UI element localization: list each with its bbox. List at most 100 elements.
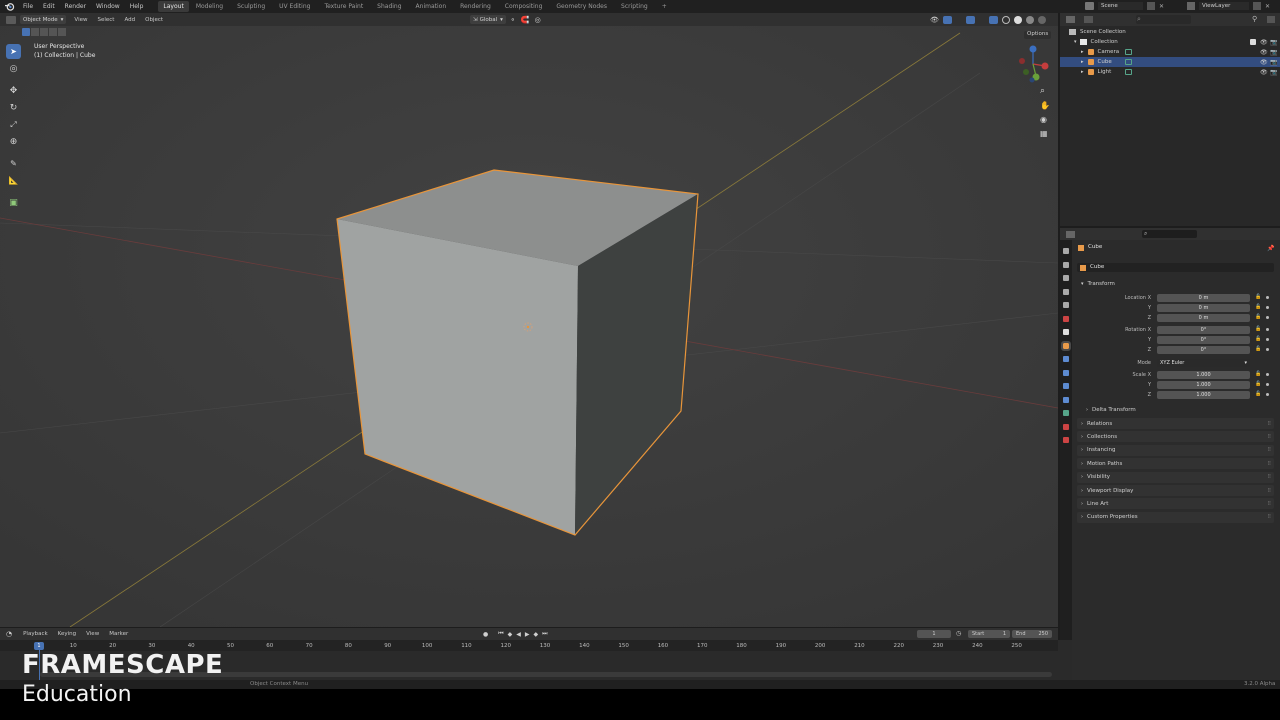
blender-logo-icon[interactable]	[4, 2, 15, 11]
timeline-menu-view[interactable]: View	[86, 631, 99, 637]
panel-custom-properties[interactable]: › Custom Properties ⠿	[1077, 511, 1274, 523]
outliner-item-cube[interactable]: ▸ Cube 👁 📷	[1060, 57, 1280, 67]
timeline-menu-marker[interactable]: Marker	[109, 631, 128, 637]
scale-z-field[interactable]: 1.000	[1157, 391, 1250, 399]
camera-view-icon[interactable]: ◉	[1040, 115, 1050, 124]
keyframe-dot-icon[interactable]	[1266, 338, 1269, 341]
wireframe-shading-icon[interactable]	[1001, 15, 1010, 24]
hide-eye-icon[interactable]: 👁	[1260, 49, 1268, 56]
keyframe-dot-icon[interactable]	[1266, 306, 1269, 309]
location-y-field[interactable]: 0 m	[1157, 304, 1250, 312]
scale-y-field[interactable]: 1.000	[1157, 381, 1250, 389]
exclude-checkbox[interactable]	[1250, 39, 1256, 45]
cube-data-icon[interactable]	[1124, 59, 1132, 65]
timeline-editor-icon[interactable]: ◔	[6, 630, 12, 638]
modifier-tab-icon[interactable]	[1063, 356, 1069, 362]
options-button[interactable]: Options	[1024, 31, 1052, 39]
timeline-menu-playback[interactable]: Playback	[23, 631, 48, 637]
render-tab-icon[interactable]	[1063, 261, 1069, 268]
end-frame-field[interactable]: End 250	[1012, 630, 1052, 638]
collection-tab-icon[interactable]	[1063, 329, 1069, 335]
physics-tab-icon[interactable]	[1063, 383, 1069, 389]
keyframe-dot-icon[interactable]	[1266, 316, 1269, 319]
drag-handle-icon[interactable]: ⠿	[1267, 421, 1271, 427]
proportional-edit-icon[interactable]: ◎	[535, 16, 541, 24]
pin-icon[interactable]: 📌	[1267, 245, 1274, 252]
viewport-scene[interactable]	[0, 13, 1058, 627]
object-tab-icon[interactable]	[1061, 340, 1071, 351]
location-z-field[interactable]: 0 m	[1157, 314, 1250, 322]
select-new-icon[interactable]	[22, 28, 30, 36]
panel-relations[interactable]: › Relations ⠿	[1077, 418, 1274, 429]
close-scene-icon[interactable]: ✕	[1159, 3, 1164, 10]
tab-layout[interactable]: Layout	[158, 1, 189, 12]
filter-icon[interactable]: ⚲	[1252, 15, 1257, 23]
output-tab-icon[interactable]	[1063, 275, 1069, 281]
tab-texture-paint[interactable]: Texture Paint	[317, 3, 370, 10]
tab-sculpting[interactable]: Sculpting	[230, 3, 272, 10]
rotation-y-field[interactable]: 0°	[1157, 336, 1250, 344]
close-view-layer-icon[interactable]: ✕	[1265, 3, 1270, 10]
viewport-menu-object[interactable]: Object	[145, 17, 163, 23]
outliner-editor-icon[interactable]	[1066, 16, 1075, 23]
material-tab-icon[interactable]	[1063, 423, 1069, 430]
expand-arrow-icon[interactable]: ▸	[1081, 59, 1084, 65]
drag-handle-icon[interactable]: ⠿	[1267, 447, 1271, 453]
rotation-mode-dropdown[interactable]: XYZ Euler ▾	[1157, 359, 1250, 367]
keyframe-dot-icon[interactable]	[1266, 373, 1269, 376]
lock-icon[interactable]: 🔓	[1255, 304, 1261, 310]
record-icon[interactable]: ●	[483, 631, 488, 638]
drag-handle-icon[interactable]: ⠿	[1267, 434, 1271, 440]
drag-handle-icon[interactable]: ⠿	[1267, 488, 1271, 494]
measure-tool[interactable]: 📐	[6, 173, 21, 188]
panel-visibility[interactable]: › Visibility ⠿	[1077, 471, 1274, 483]
delta-transform-subpanel[interactable]: › Delta Transform	[1086, 407, 1136, 413]
solid-shading-icon[interactable]	[1013, 15, 1022, 24]
play-reverse-icon[interactable]: ◀	[516, 631, 521, 638]
hide-eye-icon[interactable]: 👁	[1260, 39, 1268, 46]
render-camera-icon[interactable]: 📷	[1270, 39, 1277, 46]
expand-arrow-icon[interactable]: ▾	[1074, 39, 1077, 45]
copy-view-layer-icon[interactable]	[1253, 2, 1261, 10]
keyframe-dot-icon[interactable]	[1266, 328, 1269, 331]
outliner-search-input[interactable]	[1136, 15, 1191, 24]
outliner-scene-collection[interactable]: Scene Collection	[1060, 27, 1280, 37]
scene-icon[interactable]	[1085, 2, 1094, 10]
annotate-tool[interactable]: ✎	[6, 156, 21, 171]
viewport-menu-add[interactable]: Add	[124, 17, 135, 23]
hide-eye-icon[interactable]: 👁	[1260, 59, 1268, 66]
tab-uv-editing[interactable]: UV Editing	[272, 3, 317, 10]
properties-editor-icon[interactable]	[1066, 231, 1075, 238]
preview-range-icon[interactable]: ◷	[956, 630, 961, 637]
constraints-tab-icon[interactable]	[1063, 396, 1069, 403]
tool-tab-icon[interactable]	[1063, 248, 1069, 254]
render-camera-icon[interactable]: 📷	[1270, 59, 1277, 66]
snap-icon[interactable]: 🧲	[521, 16, 530, 24]
navigation-gizmo[interactable]	[1014, 44, 1052, 84]
viewport-menu-view[interactable]: View	[74, 17, 87, 23]
rotation-z-field[interactable]: 0°	[1157, 346, 1250, 354]
light-data-icon[interactable]	[1124, 69, 1132, 75]
select-invert-icon[interactable]	[49, 28, 57, 36]
editor-type-icon[interactable]	[6, 15, 16, 24]
lock-icon[interactable]: 🔓	[1255, 294, 1261, 300]
transform-panel-header[interactable]: ▾ Transform	[1077, 278, 1274, 289]
panel-motion-paths[interactable]: › Motion Paths ⠿	[1077, 458, 1274, 470]
visibility-icon[interactable]: 👁	[930, 16, 939, 24]
render-camera-icon[interactable]: 📷	[1270, 49, 1277, 56]
gizmo-toggle-icon[interactable]	[942, 15, 952, 24]
lock-icon[interactable]: 🔓	[1255, 314, 1261, 320]
lock-icon[interactable]: 🔓	[1255, 326, 1261, 332]
current-frame-marker[interactable]: 1	[34, 642, 44, 650]
datablock-field[interactable]: Cube	[1077, 263, 1274, 272]
tab-animation[interactable]: Animation	[409, 3, 454, 10]
3d-viewport[interactable]: User Perspective (1) Collection | Cube O…	[0, 13, 1058, 627]
viewport-menu-select[interactable]: Select	[97, 17, 114, 23]
hide-eye-icon[interactable]: 👁	[1260, 69, 1268, 76]
keyframe-dot-icon[interactable]	[1266, 348, 1269, 351]
lock-icon[interactable]: 🔓	[1255, 381, 1261, 387]
lock-icon[interactable]: 🔓	[1255, 346, 1261, 352]
menu-edit[interactable]: Edit	[38, 3, 60, 10]
location-x-field[interactable]: 0 m	[1157, 294, 1250, 302]
pivot-icon[interactable]: ⚬	[510, 16, 516, 24]
